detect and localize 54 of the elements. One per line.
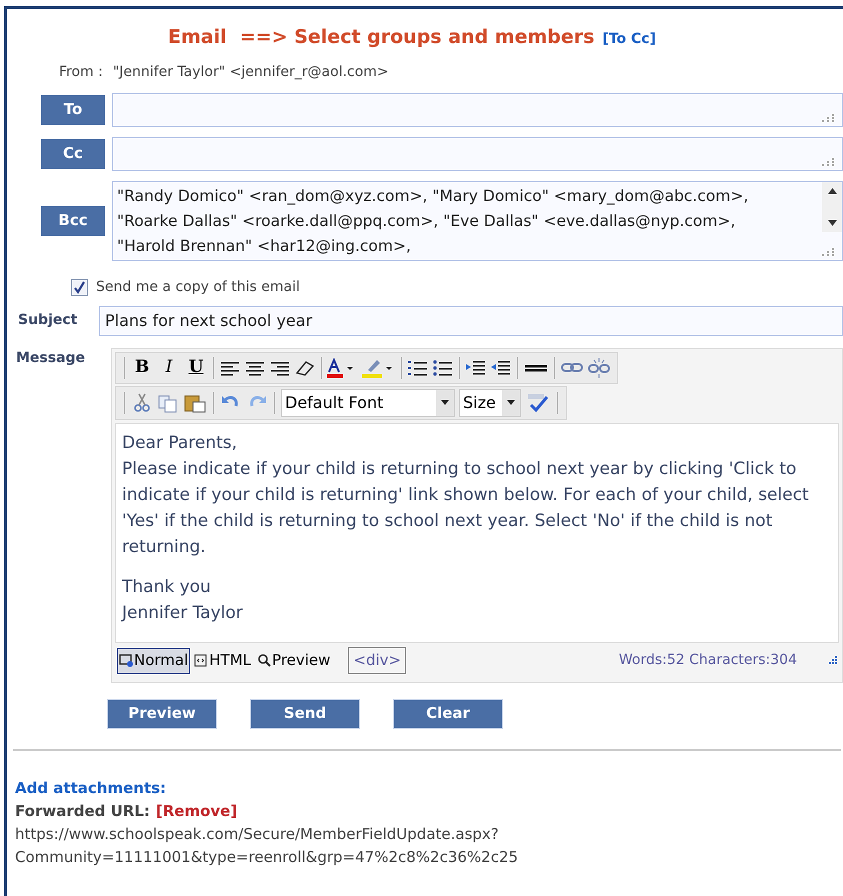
bullet-list-icon[interactable] [432,358,454,378]
resize-grip-icon[interactable] [822,248,834,256]
unlink-icon[interactable] [587,358,611,378]
recipient-field[interactable] [112,136,843,170]
resize-grip-icon[interactable] [822,114,834,122]
field-label-button[interactable]: Bcc [41,206,105,236]
scrollbar[interactable] [822,182,842,232]
subject-field[interactable]: Plans for next school year [99,306,843,336]
url-text: Community=11111001&type=reenroll&grp=47%2c8%2c36%2c25 [15,846,520,868]
recipient-field[interactable] [112,92,843,126]
dropdown-arrow-icon[interactable] [507,400,515,405]
underline-button[interactable]: U [184,354,208,380]
mode-tab[interactable]: Preview [255,648,332,674]
search-icon [257,653,272,668]
scroll-up-icon[interactable] [828,188,836,194]
from-address: "Jennifer Taylor" <jennifer_r@aol.com> [112,62,389,82]
forwarded-url-label: Forwarded URL: [15,800,150,822]
message-paragraph: Thank you Jennifer Taylor [122,576,244,624]
html-code-icon [194,653,210,668]
recipient-field[interactable]: "Randy Domico" <ran_dom@xyz.com>, "Mary Domico" <mary_dom@abc.com>, "Roarke Dallas" <roarke.dall@ppq.com>, "Eve Dallas" <eve.dallas@nyp.com>, "Harold Brennan" <har12@ing.com>, [112,180,843,260]
message-paragraph: Dear Parents, [122,432,238,454]
field-label-button[interactable]: Cc [41,138,105,168]
message-label: Message [15,348,86,368]
checkbox-label: Send me a copy of this email [96,278,300,296]
attachments-label: Add attachments: [15,778,168,798]
normal-view-icon [119,653,134,668]
mode-tab[interactable]: Normal [117,648,190,674]
spellcheck-icon[interactable] [525,392,551,412]
paste-icon[interactable] [183,392,207,412]
resize-grip-icon[interactable] [822,158,834,166]
page-title: Email ==> Select groups and members [168,25,594,50]
dropdown-arrow-icon[interactable] [441,400,449,405]
field-label-button[interactable]: To [41,94,105,124]
message-body[interactable] [115,422,839,642]
word-count: Words:52 Characters:304 [618,651,797,670]
remove-link[interactable]: [Remove] [156,800,238,822]
url-text: https://www.schoolspeak.com/Secure/MemberFieldUpdate.aspx? [15,824,500,844]
action-button[interactable]: Clear [393,698,503,728]
bold-button[interactable]: B [130,354,154,380]
subject-label: Subject [17,311,78,330]
tag-path[interactable]: <div> [348,647,406,674]
italic-button[interactable]: I [157,354,181,380]
checkbox[interactable] [71,278,88,296]
from-label: From : [59,62,103,82]
resize-grip-icon[interactable] [827,656,837,666]
action-button[interactable]: Send [250,698,360,728]
size-dropdown[interactable]: Size [459,388,521,416]
message-paragraph: Please indicate if your child is returning to school next year by clicking 'Click to indicate if your child is returning' link shown below. For each of your child, select 'Yes' if the child is returning to school next year. Select 'No' if the child is not returning. [122,458,810,558]
copy-icon[interactable] [157,392,179,412]
mode-tab[interactable]: HTML [192,648,254,674]
to-cc-link[interactable]: [To Cc] [602,29,656,50]
font-dropdown[interactable]: Default Font [281,388,455,416]
scroll-down-icon[interactable] [828,220,836,226]
action-button[interactable]: Preview [107,698,217,728]
